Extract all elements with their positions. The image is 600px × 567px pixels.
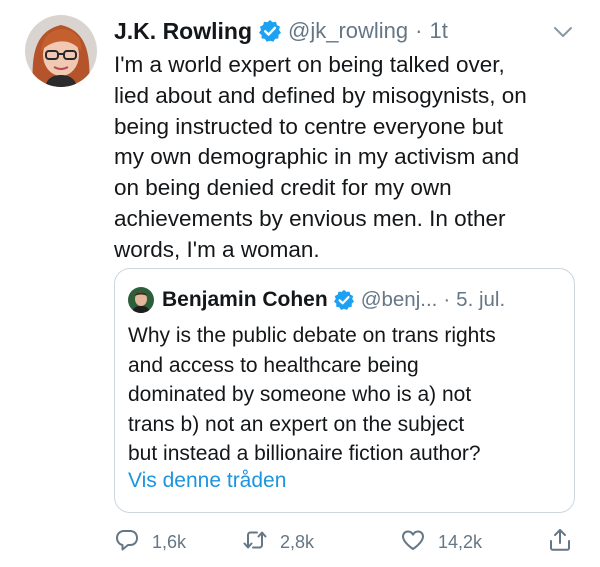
- tweet-actions: 1,6k 2,8k 14,2k: [114, 527, 584, 557]
- tweet-text-line: words, I'm a woman.: [114, 236, 320, 262]
- author-handle[interactable]: @jk_rowling: [288, 18, 408, 44]
- tweet-header: J.K. Rowling @jk_rowling · 1t: [114, 16, 448, 46]
- quoted-header-separator: ·: [443, 288, 451, 311]
- verified-badge-icon: [333, 289, 355, 311]
- reply-button[interactable]: 1,6k: [114, 527, 186, 557]
- retweet-count: 2,8k: [280, 531, 315, 552]
- quoted-text-line: dominated by someone who is a) not: [128, 383, 472, 406]
- tweet-text: I'm a world expert on being talked over,…: [114, 50, 584, 266]
- share-icon: [547, 527, 573, 558]
- tweet-text-line: I'm a world expert on being talked over,: [114, 52, 505, 77]
- like-count: 14,2k: [438, 531, 483, 552]
- like-button[interactable]: 14,2k: [400, 527, 482, 557]
- tweet-text-line: on being denied credit for my own: [114, 175, 452, 201]
- tweet[interactable]: J.K. Rowling @jk_rowling · 1t I'm a worl…: [0, 0, 600, 567]
- author-name[interactable]: J.K. Rowling: [114, 18, 252, 45]
- quoted-author-avatar[interactable]: [128, 287, 154, 313]
- quoted-text-line: Why is the public debate on trans rights: [128, 324, 496, 347]
- tweet-text-line: achievements by envious men. In other: [114, 205, 506, 231]
- retweet-icon: [242, 527, 268, 558]
- chevron-down-icon[interactable]: [552, 24, 574, 40]
- tweet-text-line: my own demographic in my activism and: [114, 144, 520, 170]
- quoted-tweet-timestamp: 5. jul.: [456, 288, 506, 311]
- author-avatar[interactable]: [25, 15, 97, 87]
- quoted-tweet-text: Why is the public debate on trans rights…: [128, 321, 568, 469]
- quoted-text-line: but instead a billionaire fiction author…: [128, 442, 481, 465]
- header-separator: ·: [415, 18, 423, 43]
- reply-icon: [114, 527, 140, 558]
- tweet-text-line: lied about and defined by misogynists, o…: [114, 82, 527, 108]
- quoted-text-line: trans b) not an expert on the subject: [128, 412, 465, 436]
- avatar-image: [25, 15, 97, 87]
- quoted-text-line: and access to healthcare being: [128, 353, 419, 377]
- share-button[interactable]: [547, 527, 573, 557]
- show-thread-link[interactable]: Vis denne tråden: [128, 469, 286, 493]
- quoted-author-handle: @benj...: [360, 288, 438, 311]
- verified-badge-icon: [258, 19, 282, 43]
- reply-count: 1,6k: [152, 531, 187, 552]
- retweet-button[interactable]: 2,8k: [242, 527, 314, 557]
- tweet-text-line: being instructed to centre everyone but: [114, 113, 503, 139]
- quoted-tweet-header: Benjamin Cohen @benj... · 5. jul.: [128, 285, 505, 315]
- heart-icon: [400, 527, 426, 558]
- quoted-tweet[interactable]: Benjamin Cohen @benj... · 5. jul. Why is…: [114, 268, 575, 513]
- tweet-timestamp[interactable]: 1t: [429, 18, 447, 44]
- quoted-author-name: Benjamin Cohen: [162, 288, 328, 311]
